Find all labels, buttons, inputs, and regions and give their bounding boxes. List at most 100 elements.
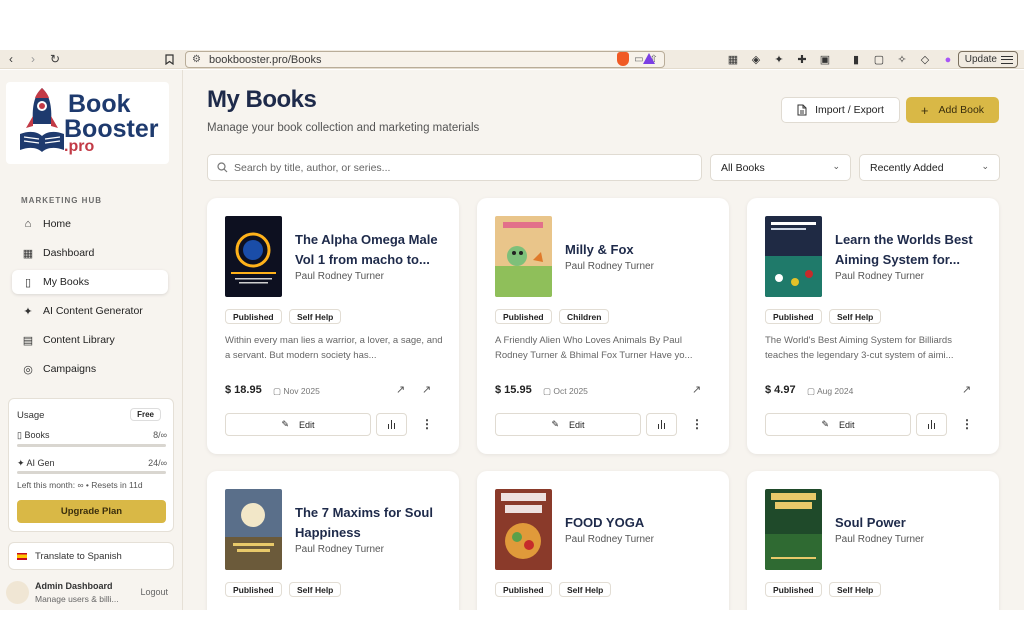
leo-ai-icon[interactable]: ✧	[895, 53, 909, 66]
bar-chart-icon	[657, 420, 666, 429]
category-select[interactable]: All Books ⌄	[710, 154, 851, 181]
external-link-icon[interactable]: ↗	[692, 383, 701, 396]
edit-button[interactable]: ✎ Edit	[495, 413, 641, 436]
books-usage-row: ▯ Books 8/∞	[17, 430, 167, 440]
bar-chart-icon	[927, 420, 936, 429]
site-settings-icon[interactable]: ⚙	[192, 54, 201, 65]
book-cover[interactable]	[495, 216, 552, 297]
back-icon[interactable]: ‹	[0, 50, 22, 69]
calendar-icon: ▢	[273, 386, 284, 396]
sort-select[interactable]: Recently Added ⌄	[859, 154, 1000, 181]
book-title[interactable]: The Alpha Omega Male Vol 1 from macho to…	[295, 230, 447, 270]
edit-button[interactable]: ✎ Edit	[765, 413, 911, 436]
extension-icon[interactable]: ◈	[749, 53, 763, 66]
stats-button[interactable]	[646, 413, 677, 436]
book-price: $ 18.95	[225, 384, 262, 396]
book-title[interactable]: FOOD YOGA	[565, 513, 717, 533]
book-card[interactable]: The Alpha Omega Male Vol 1 from macho to…	[207, 198, 459, 454]
plan-badge: Free	[130, 408, 161, 421]
ai-usage-bar	[17, 471, 166, 474]
book-cover[interactable]	[765, 216, 822, 297]
extension-icon[interactable]: ✦	[772, 53, 786, 66]
book-date: ▢ Nov 2025	[273, 386, 320, 396]
sparkles-icon: ✦	[23, 305, 33, 318]
brave-shields-icon[interactable]	[617, 52, 629, 66]
status-badge: Published	[495, 582, 552, 597]
book-card[interactable]: The 7 Maxims for Soul Happiness Paul Rod…	[207, 471, 459, 610]
profile-icon[interactable]: ●	[941, 54, 955, 66]
book-card[interactable]: FOOD YOGA Paul Rodney Turner Published S…	[477, 471, 729, 610]
wallet-icon[interactable]: ▢	[872, 53, 886, 66]
book-card[interactable]: Milly & Fox Paul Rodney Turner Published…	[477, 198, 729, 454]
sidebar-item-dashboard[interactable]: ▦ Dashboard	[12, 241, 168, 265]
upgrade-plan-button[interactable]: Upgrade Plan	[17, 500, 166, 523]
usage-card: Usage Free ▯ Books 8/∞ ✦ AI Gen 24/∞ Lef…	[8, 398, 174, 532]
book-cover[interactable]	[225, 216, 282, 297]
bar-chart-icon	[387, 420, 396, 429]
sidebar-item-my-books[interactable]: ▯ My Books	[12, 270, 168, 294]
category-badge: Self Help	[829, 582, 882, 597]
bookmark-icon[interactable]	[158, 50, 180, 69]
book-title[interactable]: Soul Power	[835, 513, 987, 533]
import-export-button[interactable]: Import / Export	[781, 97, 900, 123]
plus-icon: +	[920, 102, 929, 118]
book-cover[interactable]	[495, 489, 552, 570]
more-options-icon[interactable]: ⋮	[421, 417, 433, 431]
logout-button[interactable]: Logout	[140, 587, 168, 597]
sidebar-item-label: Home	[43, 218, 72, 230]
book-title[interactable]: The 7 Maxims for Soul Happiness	[295, 503, 447, 543]
ai-usage-row: ✦ AI Gen 24/∞	[17, 458, 167, 468]
brave-rewards-icon[interactable]	[643, 53, 655, 64]
book-cover[interactable]	[765, 489, 822, 570]
external-link-icon[interactable]: ↗	[396, 383, 405, 396]
more-options-icon[interactable]: ⋮	[691, 417, 703, 431]
sidebar-item-label: AI Content Generator	[43, 305, 143, 317]
book-card[interactable]: Learn the Worlds Best Aiming System for.…	[747, 198, 999, 454]
more-options-icon[interactable]: ⋮	[961, 417, 973, 431]
chevron-down-icon: ⌄	[981, 161, 989, 171]
book-title[interactable]: Learn the Worlds Best Aiming System for.…	[835, 230, 987, 270]
sidebar-item-content-library[interactable]: ▤ Content Library	[12, 328, 168, 352]
add-book-button[interactable]: + Add Book	[906, 97, 999, 123]
sidebar-item-home[interactable]: ⌂ Home	[12, 212, 168, 236]
vpn-shield-icon[interactable]: ◇	[918, 53, 932, 66]
translate-button[interactable]: Translate to Spanish	[8, 542, 174, 570]
external-link-icon[interactable]: ↗	[422, 383, 431, 396]
book-description: A Friendly Alien Who Loves Animals By Pa…	[495, 335, 693, 361]
edit-button[interactable]: ✎ Edit	[225, 413, 371, 436]
address-bar[interactable]: ⚙ bookbooster.pro/Books ▭ ⇧	[185, 51, 665, 68]
avatar	[6, 581, 29, 604]
qr-extension-icon[interactable]: ▦	[726, 53, 740, 66]
spain-flag-icon	[17, 552, 27, 560]
puzzle-extension-icon[interactable]: ✚	[795, 53, 809, 66]
extension-bar: ▦ ◈ ✦ ✚ ▣ ▮ ▢ ✧ ◇ ●	[726, 50, 955, 69]
book-author: Paul Rodney Turner	[835, 271, 924, 282]
book-title[interactable]: Milly & Fox	[565, 240, 717, 260]
sidebar-item-campaigns[interactable]: ◎ Campaigns	[12, 357, 168, 381]
logo-wordmark: Book Booster	[64, 90, 159, 143]
book-cover[interactable]	[225, 489, 282, 570]
stats-button[interactable]	[376, 413, 407, 436]
sidebar-item-ai-content-generator[interactable]: ✦ AI Content Generator	[12, 299, 168, 323]
status-badge: Published	[225, 582, 282, 597]
update-button[interactable]: Update	[957, 51, 1018, 68]
logo[interactable]: Book Booster .pro	[6, 82, 169, 164]
search-bar[interactable]	[207, 154, 702, 181]
calendar-icon: ▢	[807, 386, 817, 396]
reload-icon[interactable]: ↻	[44, 50, 66, 69]
sidebar-toggle-icon[interactable]: ▮	[849, 53, 863, 66]
usage-title: Usage	[17, 410, 45, 421]
logo-suffix: .pro	[64, 138, 95, 155]
pencil-icon: ✎	[821, 419, 830, 429]
search-input[interactable]	[234, 161, 674, 174]
admin-name: Admin Dashboard	[35, 581, 113, 591]
grid-icon: ▦	[22, 247, 34, 260]
book-card[interactable]: Soul Power Paul Rodney Turner Published …	[747, 471, 999, 610]
stats-button[interactable]	[916, 413, 947, 436]
external-link-icon[interactable]: ↗	[962, 383, 971, 396]
sidebar-item-label: Content Library	[43, 334, 115, 346]
bottom-margin	[0, 610, 1024, 640]
extension-icon[interactable]: ▣	[818, 53, 832, 66]
forward-icon[interactable]: ›	[22, 50, 44, 69]
admin-row[interactable]: Admin Dashboard Manage users & billi... …	[6, 578, 176, 610]
